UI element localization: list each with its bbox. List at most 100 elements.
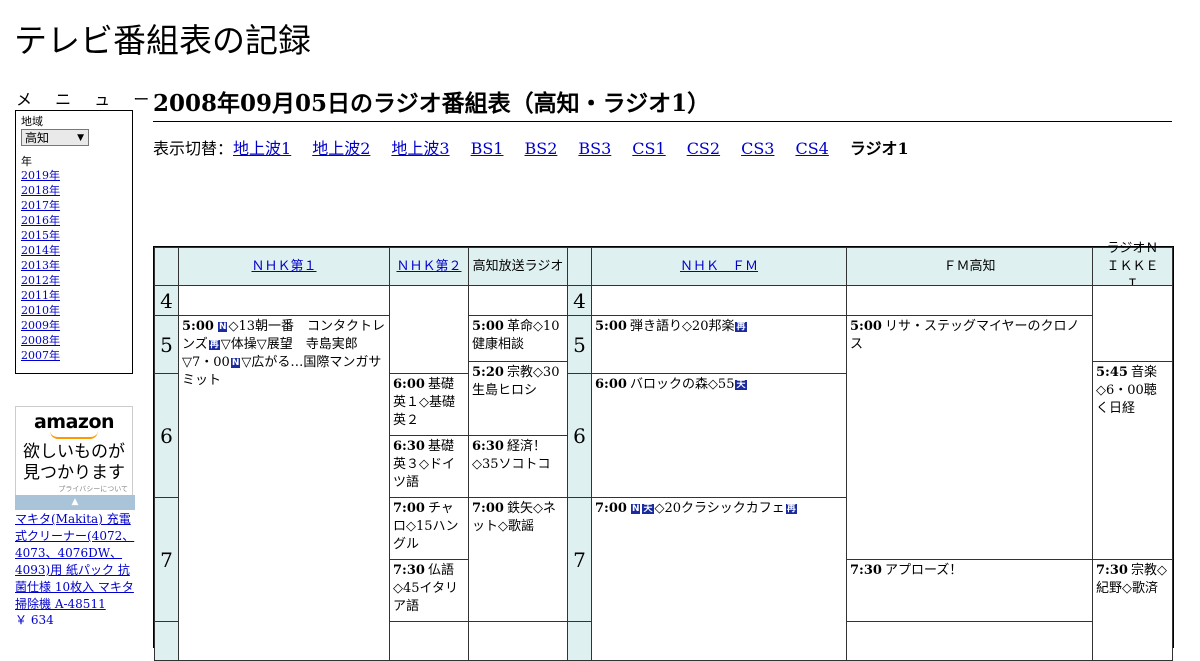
channel-link[interactable]: ＮＨＫ ＦＭ bbox=[680, 258, 758, 276]
ad-collapse-bar[interactable]: ▲ bbox=[15, 495, 135, 510]
program-cell[interactable]: 7:30 アプローズ！ bbox=[846, 559, 1093, 622]
switcher-link[interactable]: CS3 bbox=[741, 139, 774, 158]
program-time: 6:00 bbox=[393, 377, 425, 392]
news-badge-icon: N bbox=[230, 358, 241, 368]
program-cell[interactable]: 5:00 弾き語り◇20邦楽再 bbox=[591, 315, 847, 374]
switcher-link[interactable]: 地上波2 bbox=[312, 139, 370, 158]
weather-badge-icon: 天 bbox=[642, 504, 654, 514]
year-link[interactable]: 2018年 bbox=[21, 184, 60, 197]
program-cell[interactable]: 7:00 鉄矢◇ネット◇歌謡 bbox=[468, 497, 568, 622]
program-cell[interactable]: 7:00 チャロ◇15ハングル bbox=[389, 497, 469, 560]
program-time: 7:00 bbox=[393, 501, 425, 516]
channel-link[interactable]: ＮＨＫ第１ bbox=[251, 258, 316, 276]
year-list: 2019年 2018年 2017年 2016年 2015年 2014年 2013… bbox=[21, 168, 127, 363]
region-select[interactable]: 高知 ▼ bbox=[21, 129, 89, 146]
program-cell[interactable]: 5:45 音楽◇6・00聴く日経 bbox=[1092, 361, 1173, 560]
channel-header-fmkochi: ＦＭ高知 bbox=[846, 247, 1093, 286]
region-label: 地域 bbox=[21, 115, 43, 128]
switcher-link[interactable]: BS3 bbox=[578, 139, 611, 158]
channel-header-nhkfm[interactable]: ＮＨＫ ＦＭ bbox=[591, 247, 847, 286]
program-title: ◇20クラシックカフェ bbox=[654, 501, 785, 516]
news-badge-icon: N bbox=[217, 322, 228, 332]
program-cell[interactable]: 5:00 革命◇10健康相談 bbox=[468, 315, 568, 362]
chevron-up-icon: ▲ bbox=[71, 497, 79, 507]
program-title: 弾き語り◇20邦楽 bbox=[629, 319, 735, 334]
program-cell[interactable]: 6:30 経済！◇35ソコトコ bbox=[468, 435, 568, 498]
program-time: 5:00 bbox=[182, 319, 214, 334]
switcher-link[interactable]: CS4 bbox=[795, 139, 828, 158]
site-title: テレビ番組表の記録 bbox=[14, 21, 311, 60]
program-cell[interactable]: 5:00 N ◇13朝一番 コンタクトレンズ再 ▽体操▽展望 寺島実郎▽7・00 N ▽広… bbox=[178, 315, 390, 661]
year-link[interactable]: 2007年 bbox=[21, 349, 60, 362]
channel-header-nikkei: ラジオＮＩＫＫＥＩ bbox=[1092, 241, 1173, 292]
program-cell[interactable]: 7:00 N 天 ◇20クラシックカフェ再 bbox=[591, 497, 847, 661]
channel-header-nhk2[interactable]: ＮＨＫ第２ bbox=[389, 247, 469, 286]
ad-product-link[interactable]: マキタ(Makita) 充電式クリーナー(4072、4073、4076DW、40… bbox=[15, 511, 137, 613]
empty-slot bbox=[178, 285, 390, 316]
year-link[interactable]: 2011年 bbox=[21, 289, 60, 302]
program-time: 7:30 bbox=[1096, 563, 1128, 578]
ad-privacy-link[interactable]: プライバシーについて bbox=[16, 484, 132, 494]
channel-header-kochi: 高知放送ラジオ bbox=[468, 247, 568, 286]
empty-slot bbox=[389, 285, 469, 374]
program-time: 7:30 bbox=[850, 563, 882, 578]
year-label: 年 bbox=[21, 155, 32, 168]
channel-header-nhk1[interactable]: ＮＨＫ第１ bbox=[178, 247, 390, 286]
program-cell[interactable]: 5:00 リサ・ステッグマイヤーのクロノス bbox=[846, 315, 1093, 560]
hour-cell: 4 bbox=[154, 285, 179, 316]
switcher-link[interactable]: BS1 bbox=[471, 139, 504, 158]
program-title: アプローズ！ bbox=[884, 563, 963, 578]
year-link[interactable]: 2008年 bbox=[21, 334, 60, 347]
program-cell[interactable]: 7:30 仏語◇45イタリア語 bbox=[389, 559, 469, 622]
program-time: 7:30 bbox=[393, 563, 425, 578]
program-title: リサ・ステッグマイヤーのクロノス bbox=[850, 319, 1080, 352]
view-switcher: 表示切替：地上波1 地上波2 地上波3 BS1 BS2 BS3 CS1 CS2 CS3 CS4 ラジ… bbox=[153, 135, 909, 159]
empty-slot bbox=[591, 285, 847, 316]
switcher-link[interactable]: CS2 bbox=[687, 139, 720, 158]
hour-cell: 4 bbox=[567, 285, 592, 316]
program-time: 5:00 bbox=[472, 319, 504, 334]
year-link[interactable]: 2014年 bbox=[21, 244, 60, 257]
news-badge-icon: N bbox=[630, 504, 641, 514]
program-cell[interactable]: 6:00 バロックの森◇55 天 bbox=[591, 373, 847, 498]
program-cell[interactable]: 6:00 基礎英１◇基礎英２ bbox=[389, 373, 469, 436]
year-link[interactable]: 2016年 bbox=[21, 214, 60, 227]
year-link[interactable]: 2015年 bbox=[21, 229, 60, 242]
year-link[interactable]: 2019年 bbox=[21, 169, 60, 182]
program-time: 5:20 bbox=[472, 365, 504, 380]
chevron-down-icon: ▼ bbox=[77, 133, 84, 143]
region-select-value: 高知 bbox=[25, 131, 50, 145]
rerun-badge-icon: 再 bbox=[208, 340, 220, 350]
year-link[interactable]: 2012年 bbox=[21, 274, 60, 287]
program-cell[interactable]: 7:30 宗教◇紀野◇歌済 bbox=[1092, 559, 1173, 661]
amazon-logo: amazon bbox=[33, 411, 115, 433]
year-link[interactable]: 2017年 bbox=[21, 199, 60, 212]
program-time: 5:00 bbox=[595, 319, 627, 334]
program-time: 6:30 bbox=[472, 439, 504, 454]
year-link[interactable]: 2010年 bbox=[21, 304, 60, 317]
hour-cell bbox=[154, 621, 179, 661]
ad-tagline: 欲しいものが 見つかります bbox=[16, 442, 132, 484]
hour-cell: 5 bbox=[154, 315, 179, 374]
switcher-link[interactable]: 地上波1 bbox=[233, 139, 291, 158]
program-cell[interactable]: 5:20 宗教◇30生島ヒロシ bbox=[468, 361, 568, 436]
rerun-badge-icon: 再 bbox=[785, 504, 797, 514]
year-link[interactable]: 2009年 bbox=[21, 319, 60, 332]
year-link[interactable]: 2013年 bbox=[21, 259, 60, 272]
hour-cell: 6 bbox=[154, 373, 179, 498]
menu-box: 地域 高知 ▼ 年 2019年 2018年 2017年 2016年 2015年 … bbox=[15, 110, 133, 374]
switcher-link[interactable]: CS1 bbox=[632, 139, 665, 158]
switcher-link[interactable]: BS2 bbox=[524, 139, 557, 158]
switcher-link[interactable]: 地上波3 bbox=[391, 139, 449, 158]
channel-link[interactable]: ＮＨＫ第２ bbox=[396, 258, 461, 276]
corner-cell bbox=[154, 247, 179, 286]
program-title: バロックの森◇55 bbox=[629, 377, 735, 392]
weather-badge-icon: 天 bbox=[735, 380, 747, 390]
program-cell[interactable]: 6:30 基礎英３◇ドイツ語 bbox=[389, 435, 469, 498]
ad-product-price: ￥ 634 bbox=[15, 613, 54, 627]
switcher-label: 表示切替： bbox=[153, 139, 234, 158]
program-time: 5:45 bbox=[1096, 365, 1128, 380]
program-time: 5:00 bbox=[850, 319, 882, 334]
program-time: 6:30 bbox=[393, 439, 425, 454]
program-time: 7:00 bbox=[595, 501, 627, 516]
